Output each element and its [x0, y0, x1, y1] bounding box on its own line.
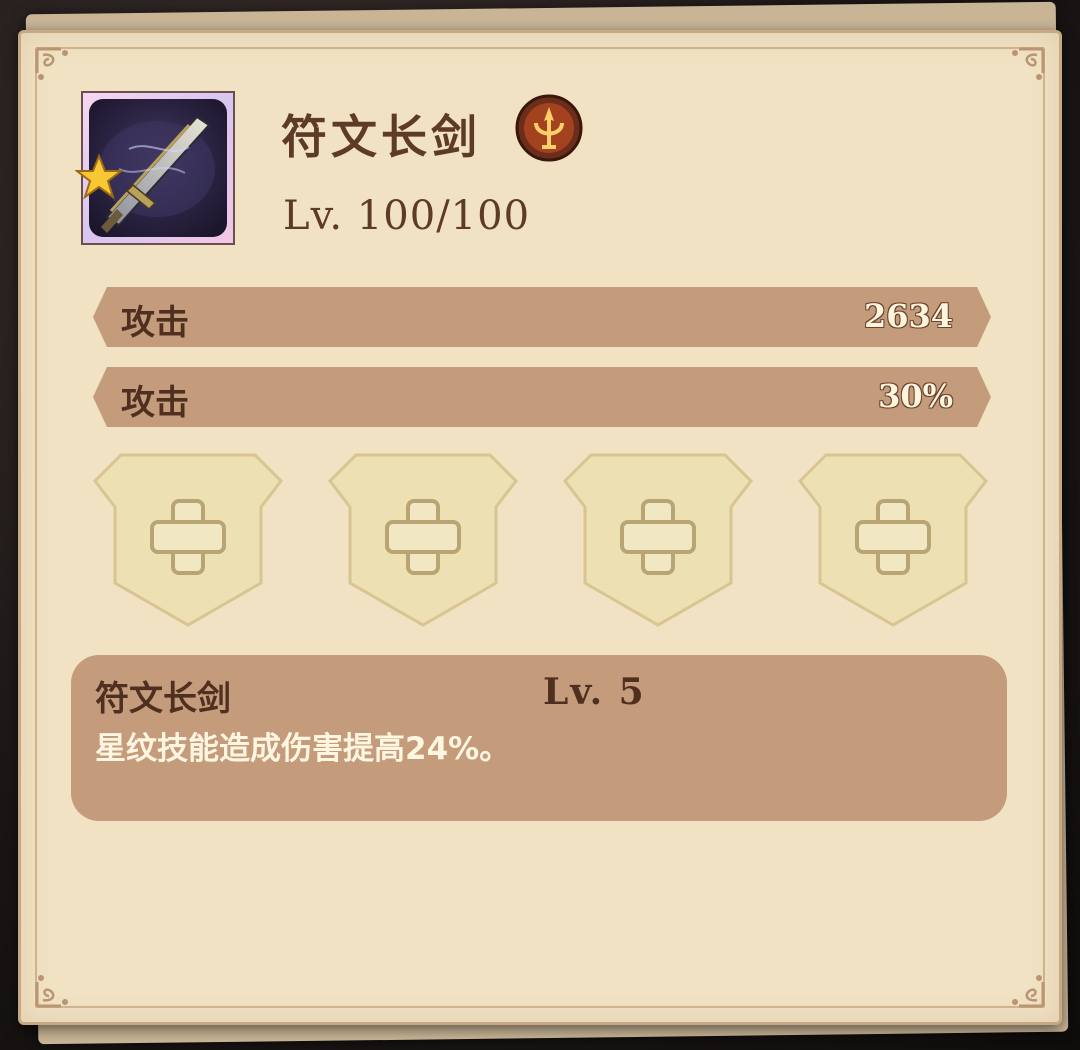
stat-label: 攻击 [121, 383, 189, 423]
rune-slot-2[interactable] [326, 451, 520, 629]
stat-label: 攻击 [121, 303, 189, 343]
skill-name: 符文长剑 [95, 679, 231, 719]
gold-star-icon [75, 153, 123, 200]
stat-value: 30% [878, 377, 953, 415]
item-level: Lv. 100/100 [283, 193, 531, 239]
item-detail-panel: 符文长剑 Lv. 100/100 攻击 2634 攻击 30% 符文长剑 Lv.… [18, 30, 1062, 1025]
item-name: 符文长剑 [281, 110, 481, 164]
corner-ornament-icon [1012, 975, 1045, 1008]
stat-row-attack: 攻击 2634 [93, 287, 991, 347]
skill-description-box: 符文长剑 Lv. 5 星纹技能造成伤害提高24%。 [71, 655, 1007, 821]
stat-value: 2634 [863, 297, 953, 335]
rune-slot-3[interactable] [561, 451, 755, 629]
skill-level: Lv. 5 [543, 671, 646, 713]
corner-ornament-icon [35, 975, 68, 1008]
fire-trident-element-icon [515, 94, 583, 162]
corner-ornament-icon [35, 47, 68, 80]
stat-row-attack-percent: 攻击 30% [93, 367, 991, 427]
skill-description: 星纹技能造成伤害提高24%。 [95, 731, 511, 767]
rune-slot-4[interactable] [796, 451, 990, 629]
rune-slot-1[interactable] [91, 451, 285, 629]
corner-ornament-icon [1012, 47, 1045, 80]
